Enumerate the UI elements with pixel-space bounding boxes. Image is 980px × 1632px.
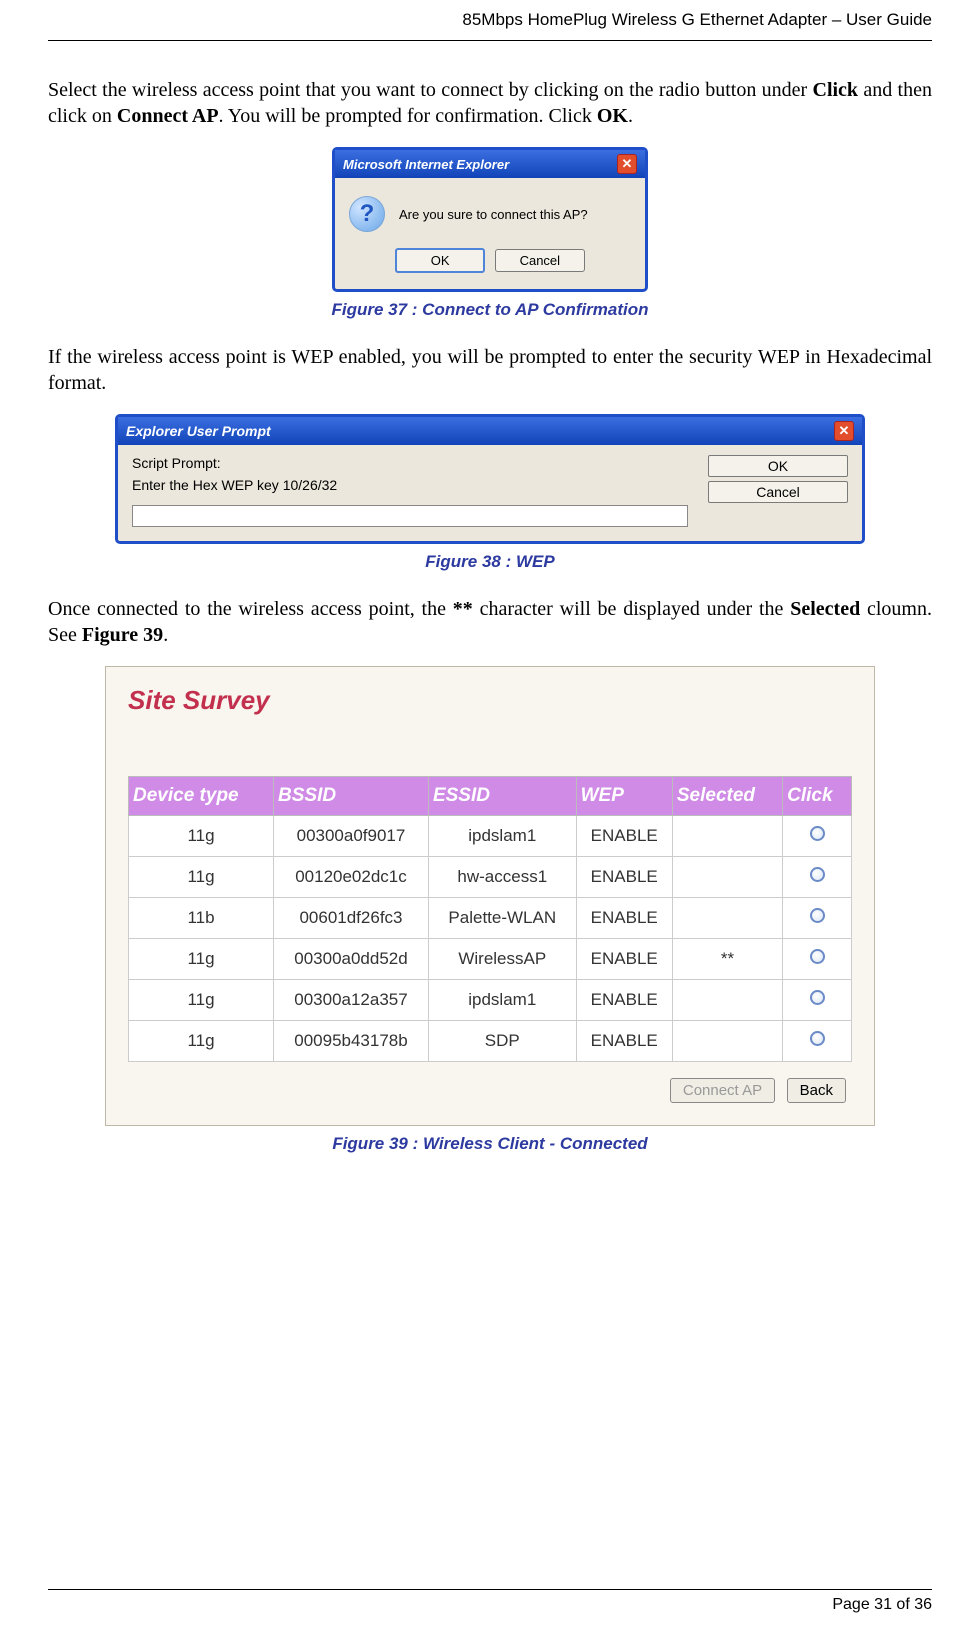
cell-essid: ipdslam1 bbox=[428, 980, 576, 1021]
page-footer: Page 31 of 36 bbox=[48, 1589, 932, 1614]
site-survey-table: Device type BSSID ESSID WEP Selected Cli… bbox=[128, 776, 852, 1062]
th-bssid: BSSID bbox=[274, 777, 429, 816]
p3-t4: . bbox=[163, 624, 168, 646]
cell-wep: ENABLE bbox=[576, 939, 672, 980]
cell-essid: Palette-WLAN bbox=[428, 898, 576, 939]
cell-wep: ENABLE bbox=[576, 816, 672, 857]
cell-bssid: 00095b43178b bbox=[274, 1021, 429, 1062]
cell-essid: WirelessAP bbox=[428, 939, 576, 980]
site-survey-title: Site Survey bbox=[128, 685, 852, 716]
cell-bssid: 00601df26fc3 bbox=[274, 898, 429, 939]
th-selected: Selected bbox=[672, 777, 782, 816]
p3-t2: character will be displayed under the bbox=[473, 598, 790, 620]
select-radio[interactable] bbox=[810, 867, 825, 882]
cell-wep: ENABLE bbox=[576, 980, 672, 1021]
p3-t1: Once connected to the wireless access po… bbox=[48, 598, 453, 620]
p1-b1: Click bbox=[813, 79, 859, 101]
cell-click bbox=[783, 980, 852, 1021]
th-essid: ESSID bbox=[428, 777, 576, 816]
p3-b3: Figure 39 bbox=[82, 624, 163, 646]
p3-b1: ** bbox=[453, 598, 473, 620]
footer-rule bbox=[48, 1589, 932, 1590]
cell-wep: ENABLE bbox=[576, 898, 672, 939]
cell-device: 11g bbox=[129, 980, 274, 1021]
cell-click bbox=[783, 816, 852, 857]
p1-b3: OK bbox=[597, 105, 628, 127]
cell-bssid: 00300a0f9017 bbox=[274, 816, 429, 857]
th-device-type: Device type bbox=[129, 777, 274, 816]
wep-title: Explorer User Prompt bbox=[126, 423, 271, 439]
table-row: 11g00300a0dd52dWirelessAPENABLE** bbox=[129, 939, 852, 980]
question-icon: ? bbox=[349, 196, 385, 232]
close-icon[interactable]: ✕ bbox=[834, 421, 854, 441]
cell-device: 11g bbox=[129, 939, 274, 980]
cancel-button[interactable]: Cancel bbox=[495, 249, 585, 272]
cell-click bbox=[783, 939, 852, 980]
select-radio[interactable] bbox=[810, 826, 825, 841]
cell-wep: ENABLE bbox=[576, 857, 672, 898]
confirm-title: Microsoft Internet Explorer bbox=[343, 157, 509, 172]
cancel-button[interactable]: Cancel bbox=[708, 481, 848, 503]
table-row: 11g00300a12a357ipdslam1ENABLE bbox=[129, 980, 852, 1021]
cell-essid: SDP bbox=[428, 1021, 576, 1062]
cell-device: 11g bbox=[129, 1021, 274, 1062]
wep-line2: Enter the Hex WEP key 10/26/32 bbox=[132, 477, 688, 493]
cell-bssid: 00300a0dd52d bbox=[274, 939, 429, 980]
cell-essid: hw-access1 bbox=[428, 857, 576, 898]
p1-t3: . You will be prompted for confirmation.… bbox=[219, 105, 597, 127]
select-radio[interactable] bbox=[810, 908, 825, 923]
cell-click bbox=[783, 1021, 852, 1062]
wep-input[interactable] bbox=[132, 505, 688, 527]
cell-selected bbox=[672, 857, 782, 898]
close-icon[interactable]: ✕ bbox=[617, 154, 637, 174]
th-click: Click bbox=[783, 777, 852, 816]
page-number: Page 31 of 36 bbox=[48, 1596, 932, 1614]
p1-b2: Connect AP bbox=[117, 105, 219, 127]
header-rule bbox=[48, 40, 932, 41]
cell-device: 11g bbox=[129, 816, 274, 857]
table-row: 11g00095b43178bSDPENABLE bbox=[129, 1021, 852, 1062]
th-wep: WEP bbox=[576, 777, 672, 816]
confirm-dialog: Microsoft Internet Explorer ✕ ? Are you … bbox=[332, 147, 648, 292]
paragraph-3: Once connected to the wireless access po… bbox=[48, 596, 932, 648]
cell-essid: ipdslam1 bbox=[428, 816, 576, 857]
cell-selected bbox=[672, 980, 782, 1021]
p1-t4: . bbox=[628, 105, 633, 127]
wep-prompt-dialog: Explorer User Prompt ✕ Script Prompt: En… bbox=[115, 414, 865, 544]
wep-titlebar: Explorer User Prompt ✕ bbox=[118, 417, 862, 445]
cell-selected bbox=[672, 816, 782, 857]
select-radio[interactable] bbox=[810, 990, 825, 1005]
table-row: 11g00120e02dc1chw-access1ENABLE bbox=[129, 857, 852, 898]
paragraph-1: Select the wireless access point that yo… bbox=[48, 77, 932, 129]
cell-selected bbox=[672, 898, 782, 939]
select-radio[interactable] bbox=[810, 949, 825, 964]
cell-click bbox=[783, 857, 852, 898]
cell-selected bbox=[672, 1021, 782, 1062]
cell-device: 11b bbox=[129, 898, 274, 939]
confirm-titlebar: Microsoft Internet Explorer ✕ bbox=[335, 150, 645, 178]
wep-line1: Script Prompt: bbox=[132, 455, 688, 471]
p3-b2: Selected bbox=[790, 598, 860, 620]
cell-bssid: 00120e02dc1c bbox=[274, 857, 429, 898]
cell-click bbox=[783, 898, 852, 939]
figure-38-caption: Figure 38 : WEP bbox=[48, 552, 932, 572]
p1-t1: Select the wireless access point that yo… bbox=[48, 79, 813, 101]
site-survey-panel: Site Survey Device type BSSID ESSID WEP … bbox=[105, 666, 875, 1126]
table-row: 11g00300a0f9017ipdslam1ENABLE bbox=[129, 816, 852, 857]
cell-selected: ** bbox=[672, 939, 782, 980]
confirm-message: Are you sure to connect this AP? bbox=[399, 207, 588, 222]
figure-37-caption: Figure 37 : Connect to AP Confirmation bbox=[48, 300, 932, 320]
figure-39-caption: Figure 39 : Wireless Client - Connected bbox=[48, 1134, 932, 1154]
back-button[interactable]: Back bbox=[787, 1078, 846, 1103]
paragraph-2: If the wireless access point is WEP enab… bbox=[48, 344, 932, 396]
page-header: 85Mbps HomePlug Wireless G Ethernet Adap… bbox=[48, 10, 932, 40]
select-radio[interactable] bbox=[810, 1031, 825, 1046]
cell-wep: ENABLE bbox=[576, 1021, 672, 1062]
connect-ap-button[interactable]: Connect AP bbox=[670, 1078, 775, 1103]
ok-button[interactable]: OK bbox=[395, 248, 485, 273]
cell-bssid: 00300a12a357 bbox=[274, 980, 429, 1021]
cell-device: 11g bbox=[129, 857, 274, 898]
table-row: 11b00601df26fc3Palette-WLANENABLE bbox=[129, 898, 852, 939]
ok-button[interactable]: OK bbox=[708, 455, 848, 477]
